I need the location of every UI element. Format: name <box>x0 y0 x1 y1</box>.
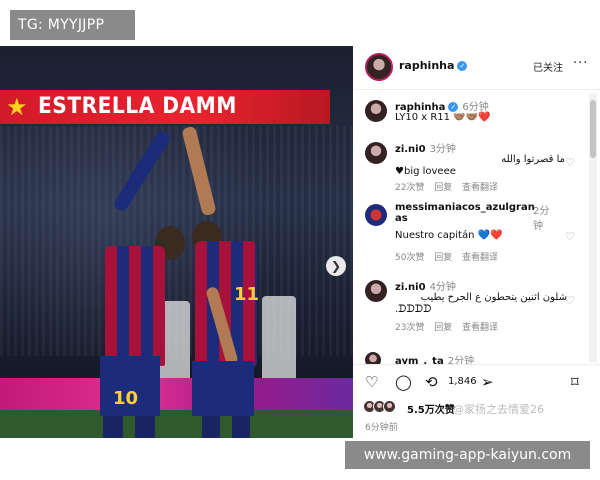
comment-text: ♥big loveee <box>395 166 456 177</box>
avatar <box>383 400 396 413</box>
avatar[interactable] <box>365 352 381 364</box>
comment-likes[interactable]: 22次赞 <box>395 183 424 193</box>
post-header: raphinha ✓ 已关注 ··· <box>353 46 600 90</box>
comment-list[interactable]: raphinha ✓ 6分钟 LY10 x R11 🤝🏽🤝🏽❤️ zi.ni0 3分钟… <box>353 90 600 364</box>
comment-meta: 22次赞 回复 查看翻译 <box>395 180 498 193</box>
more-dots-icon[interactable]: ··· <box>573 56 588 71</box>
comment-text: Nuestro capitán 💙❤️ <box>395 230 503 241</box>
caption-username[interactable]: raphinha ✓ 6分钟 <box>395 98 489 113</box>
player-leg <box>202 416 220 438</box>
comment-username[interactable]: aym_._ta 2分钟 <box>395 352 474 364</box>
player-number-11: 11 <box>180 96 270 438</box>
heart-icon[interactable]: ♡ <box>565 230 575 243</box>
caption: raphinha ✓ 6分钟 LY10 x R11 🤝🏽🤝🏽❤️ <box>353 98 589 132</box>
player-leg <box>103 416 123 438</box>
avatar[interactable] <box>365 280 387 302</box>
reply-link[interactable]: 回复 <box>434 323 452 333</box>
avatar[interactable] <box>365 204 387 226</box>
comment-meta: 50次赞 回复 查看翻译 <box>395 250 498 263</box>
following-button[interactable]: 已关注 <box>533 59 563 74</box>
scrollbar[interactable] <box>589 94 597 362</box>
star-logo-icon: ★ <box>6 93 28 121</box>
reply-link[interactable]: 回复 <box>434 253 452 263</box>
avatar[interactable] <box>365 100 387 122</box>
scroll-thumb[interactable] <box>590 100 596 158</box>
heart-icon[interactable]: ♡ <box>565 294 575 307</box>
comment-text: .ᗪᗪᗪᗪ <box>395 304 432 315</box>
caption-text: LY10 x R11 🤝🏽🤝🏽❤️ <box>395 112 491 123</box>
source-watermark: @家扬之去情爱26 <box>453 403 544 416</box>
avatar[interactable] <box>365 53 393 81</box>
post-photo[interactable]: ★ ESTRELLA DAMM 10 11 ❯ <box>0 46 353 438</box>
translate-link[interactable]: 查看翻译 <box>462 183 498 193</box>
heart-icon[interactable]: ♡ <box>565 156 575 169</box>
list-item: messimaniacos_azulgranas 2分钟 Nuestro cap… <box>353 202 589 266</box>
verified-badge-icon: ✓ <box>448 102 459 112</box>
heart-icon[interactable]: ♡ <box>365 373 378 391</box>
shirt-number: 11 <box>234 284 260 305</box>
comment-likes[interactable]: 23次赞 <box>395 323 424 333</box>
player-leg <box>232 416 250 438</box>
likes-count[interactable]: 5.5万次赞 <box>407 401 455 416</box>
tg-watermark-tag: TG: MYYJJPP <box>10 10 135 40</box>
comment-meta: 23次赞 回复 查看翻译 <box>395 320 498 333</box>
comment-username[interactable]: messimaniacos_azulgranas <box>395 202 540 224</box>
repost-icon[interactable]: ⟲ <box>425 373 438 391</box>
comment-likes[interactable]: 50次赞 <box>395 253 424 263</box>
player-shirt <box>105 246 165 366</box>
comment-time: 2分钟 <box>533 206 550 232</box>
list-item: zi.ni0 3分钟 ما قصرتوا والله ♥big loveee 22… <box>353 140 589 193</box>
comment-username[interactable]: zi.ni0 3分钟 <box>395 140 456 155</box>
reply-link[interactable]: 回复 <box>434 183 452 193</box>
translate-link[interactable]: 查看翻译 <box>462 323 498 333</box>
raised-arm <box>181 125 217 217</box>
bookmark-icon[interactable]: ⌑ <box>571 373 579 391</box>
list-item: zi.ni0 4分钟 شلون اثنين يتحطون ع الجرح يطيب… <box>353 278 589 334</box>
comment-username[interactable]: zi.ni0 4分钟 <box>395 278 456 293</box>
raised-arm <box>112 129 172 213</box>
post-time: 6分钟前 <box>365 423 398 433</box>
url-watermark-tag: www.gaming-app-kaiyun.com <box>345 441 590 469</box>
player-leg <box>135 416 155 438</box>
avatar[interactable] <box>365 142 387 164</box>
send-icon[interactable]: ➢ <box>481 373 494 391</box>
player-shorts <box>192 361 254 416</box>
comment-text: ما قصرتوا والله <box>501 154 565 165</box>
translate-link[interactable]: 查看翻译 <box>462 253 498 263</box>
verified-badge-icon: ✓ <box>457 61 468 71</box>
post-username[interactable]: raphinha ✓ <box>399 59 468 72</box>
list-item: aym_._ta 2分钟 <box>353 352 589 364</box>
post-sidebar: raphinha ✓ 已关注 ··· raphinha ✓ 6分钟 LY10 x R1… <box>353 46 600 438</box>
comment-icon[interactable]: ◯ <box>395 373 412 391</box>
chevron-right-icon[interactable]: ❯ <box>326 256 346 276</box>
instagram-post: ★ ESTRELLA DAMM 10 11 ❯ raphinha ✓ 已关注 ·… <box>0 46 600 438</box>
comment-time: 2分钟 <box>447 356 475 364</box>
share-count: 1,846 <box>448 376 477 387</box>
comment-text: شلون اثنين يتحطون ع الجرح يطيب <box>420 292 567 303</box>
shorts-number: 10 <box>113 388 139 409</box>
action-bar: ♡ ◯ ⟲ 1,846 ➢ ⌑ <box>353 364 600 394</box>
